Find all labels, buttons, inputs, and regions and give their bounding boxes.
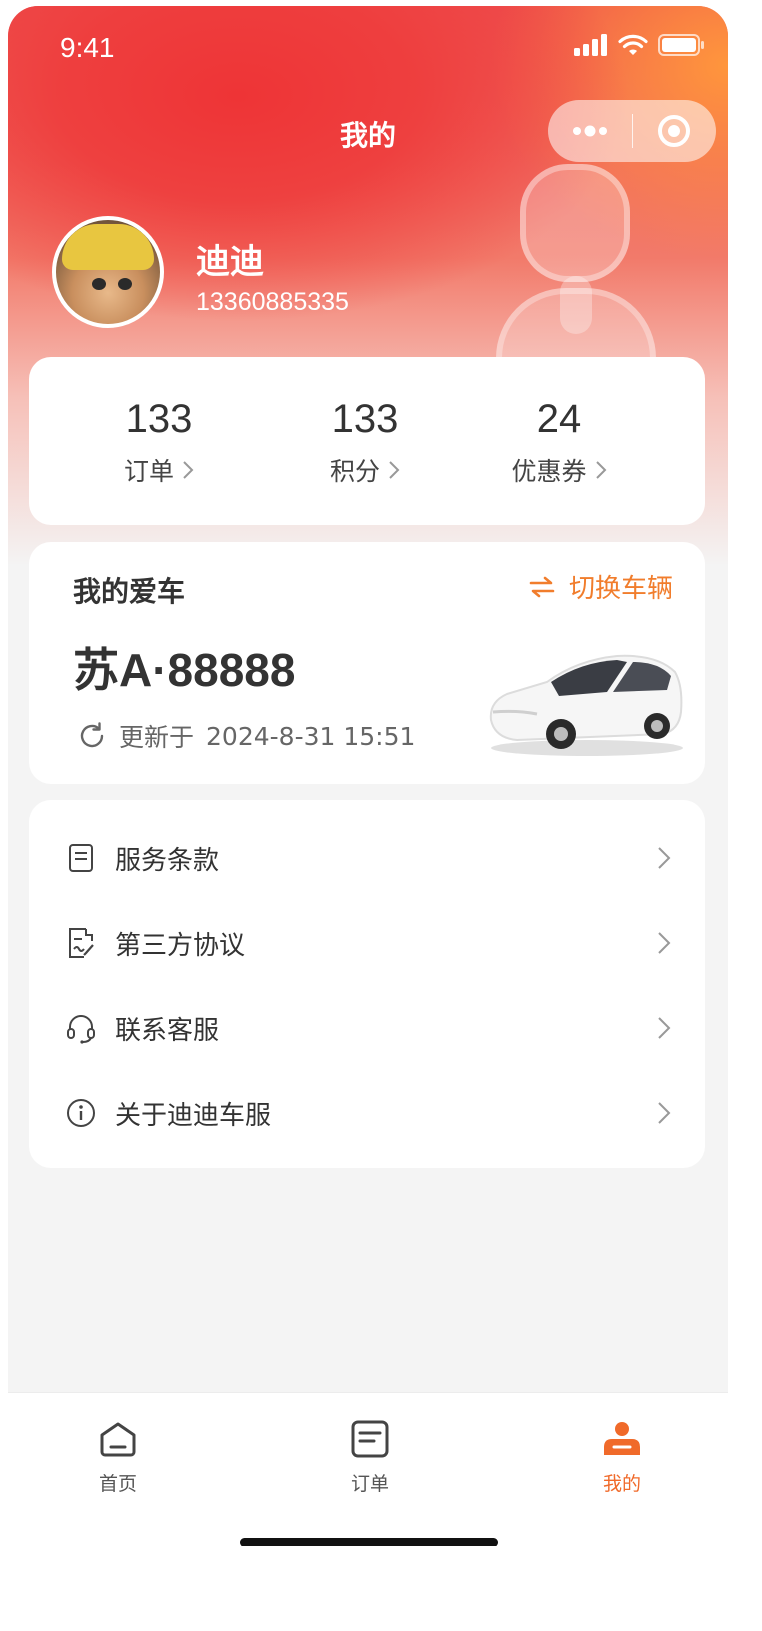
tab-label: 我的 xyxy=(602,1473,641,1495)
stat-label-row: 优惠券 xyxy=(489,452,629,488)
tab-orders[interactable]: 订单 xyxy=(310,1419,430,1496)
avatar-eye xyxy=(92,278,106,290)
avatar-hat xyxy=(62,224,154,270)
stat-label: 积分 xyxy=(329,457,380,486)
updated-label: 更新于 xyxy=(119,723,195,752)
stat-orders[interactable]: 133 订单 xyxy=(109,397,209,488)
status-bar: 9:41 xyxy=(8,6,728,94)
chevron-right-icon xyxy=(658,1102,671,1124)
user-phone: 13360885335 xyxy=(196,288,349,316)
car-image xyxy=(489,654,683,756)
home-indicator xyxy=(240,1538,498,1546)
menu-item-label: 关于迪迪车服 xyxy=(115,1100,272,1131)
license-plate: 苏A·88888 xyxy=(73,644,296,696)
phone-screen: 9:41 我的 迪迪 13360885335 133 订单 133 积分 24 … xyxy=(8,6,728,1546)
tab-home[interactable]: 首页 xyxy=(58,1419,178,1496)
switch-vehicle-button[interactable]: 切换车辆 xyxy=(529,568,673,605)
car-card-title: 我的爱车 xyxy=(73,575,186,608)
stat-value: 133 xyxy=(331,397,399,441)
chevron-right-icon xyxy=(389,461,400,479)
menu-item-label: 服务条款 xyxy=(115,845,220,876)
user-name: 迪迪 xyxy=(196,242,264,282)
menu-item-label: 联系客服 xyxy=(115,1015,220,1046)
switch-vehicle-label: 切换车辆 xyxy=(568,574,673,604)
menu-card: 服务条款 第三方协议 联系客服 关于迪迪车服 xyxy=(29,800,705,1168)
info-icon xyxy=(65,1097,97,1129)
target-icon xyxy=(658,115,691,147)
menu-item-service-terms[interactable]: 服务条款 xyxy=(65,816,671,900)
signal-icon xyxy=(574,34,607,56)
stat-label-row: 积分 xyxy=(315,452,415,488)
updated-time: 2024-8-31 15:51 xyxy=(206,721,416,751)
tab-label: 订单 xyxy=(350,1473,389,1495)
chevron-right-icon xyxy=(658,847,671,869)
document-icon xyxy=(65,842,97,874)
stats-card: 133 订单 133 积分 24 优惠券 xyxy=(29,357,705,525)
chevron-right-icon xyxy=(658,1017,671,1039)
stat-label: 订单 xyxy=(123,457,174,486)
home-icon xyxy=(100,1422,136,1457)
menu-item-about[interactable]: 关于迪迪车服 xyxy=(65,1071,671,1155)
stat-value: 24 xyxy=(536,397,582,441)
swap-icon xyxy=(529,576,555,597)
close-miniprogram-button[interactable] xyxy=(633,100,717,162)
stat-label-row: 订单 xyxy=(109,452,209,488)
menu-item-label: 第三方协议 xyxy=(115,930,246,961)
stat-label: 优惠券 xyxy=(511,457,587,486)
chevron-right-icon xyxy=(595,461,606,479)
headset-icon xyxy=(65,1012,97,1044)
avatar-eye xyxy=(118,278,132,290)
wifi-icon xyxy=(618,34,648,55)
status-icons xyxy=(574,34,704,56)
refresh-icon[interactable] xyxy=(77,721,107,751)
tab-label: 首页 xyxy=(98,1473,137,1495)
chevron-right-icon xyxy=(658,932,671,954)
chevron-right-icon xyxy=(183,461,194,479)
agreement-icon xyxy=(65,927,97,959)
tab-bar: 首页 订单 我的 xyxy=(8,1392,728,1546)
stat-points[interactable]: 133 积分 xyxy=(315,397,415,488)
profile-icon xyxy=(604,1422,640,1455)
order-icon xyxy=(351,1420,389,1458)
stat-coupons[interactable]: 24 优惠券 xyxy=(489,397,629,488)
miniprogram-capsule xyxy=(548,100,716,162)
more-button[interactable] xyxy=(548,100,632,162)
more-dots-icon xyxy=(572,125,607,137)
menu-item-third-party[interactable]: 第三方协议 xyxy=(65,901,671,985)
tab-profile[interactable]: 我的 xyxy=(562,1419,682,1496)
mascot-decoration-head xyxy=(520,164,630,282)
update-info: 更新于 2024-8-31 15:51 xyxy=(77,718,415,754)
menu-item-customer-service[interactable]: 联系客服 xyxy=(65,986,671,1070)
battery-icon xyxy=(658,34,704,56)
my-car-card: 我的爱车 切换车辆 苏A·88888 更新于 2024-8-31 15:51 xyxy=(29,542,705,784)
stat-value: 133 xyxy=(125,397,193,441)
status-time: 9:41 xyxy=(60,32,115,63)
avatar[interactable] xyxy=(52,216,164,328)
